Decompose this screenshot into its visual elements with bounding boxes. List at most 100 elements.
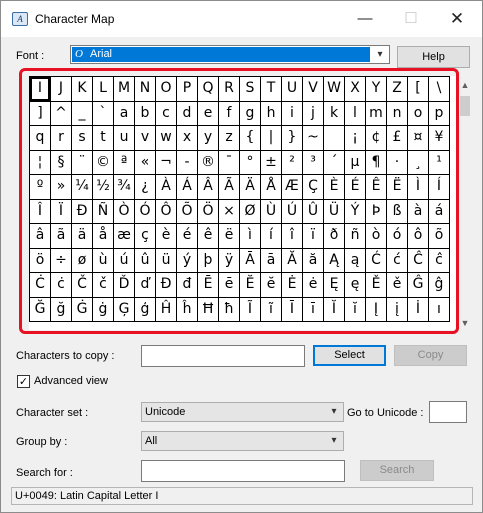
character-cell[interactable]: \ xyxy=(429,77,450,102)
character-cell[interactable]: b xyxy=(135,101,156,126)
character-cell[interactable]: ± xyxy=(261,150,282,175)
character-cell[interactable]: ç xyxy=(135,224,156,249)
character-cell[interactable]: ¸ xyxy=(408,150,429,175)
character-cell[interactable]: è xyxy=(156,224,177,249)
character-cell[interactable]: ě xyxy=(387,273,408,298)
character-cell[interactable]: ĭ xyxy=(345,297,366,322)
character-cell[interactable]: Á xyxy=(177,175,198,200)
character-cell[interactable]: ¯ xyxy=(219,150,240,175)
character-cell[interactable]: { xyxy=(240,126,261,151)
character-cell[interactable]: L xyxy=(93,77,114,102)
character-cell[interactable]: ® xyxy=(198,150,219,175)
character-cell[interactable]: ę xyxy=(345,273,366,298)
character-cell[interactable]: | xyxy=(261,126,282,151)
character-cell[interactable]: K xyxy=(72,77,93,102)
character-cell[interactable]: ¡ xyxy=(345,126,366,151)
character-cell[interactable]: W xyxy=(324,77,345,102)
character-cell[interactable]: O xyxy=(156,77,177,102)
character-cell[interactable]: [ xyxy=(408,77,429,102)
character-cell[interactable]: i xyxy=(282,101,303,126)
character-cell[interactable]: T xyxy=(261,77,282,102)
scroll-up-icon[interactable]: ▲ xyxy=(458,78,472,92)
character-cell[interactable]: Ą xyxy=(324,248,345,273)
character-cell[interactable]: Y xyxy=(366,77,387,102)
character-cell[interactable]: ÷ xyxy=(51,248,72,273)
character-cell[interactable]: ¼ xyxy=(72,175,93,200)
character-cell[interactable]: d xyxy=(177,101,198,126)
character-cell[interactable]: Û xyxy=(303,199,324,224)
character-cell[interactable]: w xyxy=(156,126,177,151)
character-cell[interactable]: Ù xyxy=(261,199,282,224)
character-cell[interactable]: į xyxy=(387,297,408,322)
character-cell[interactable]: é xyxy=(177,224,198,249)
character-cell[interactable]: » xyxy=(51,175,72,200)
character-cell[interactable]: - xyxy=(177,150,198,175)
character-cell[interactable]: ó xyxy=(387,224,408,249)
character-cell[interactable]: ¾ xyxy=(114,175,135,200)
character-cell[interactable]: Q xyxy=(198,77,219,102)
character-cell[interactable]: ģ xyxy=(135,297,156,322)
character-cell[interactable]: Ý xyxy=(345,199,366,224)
character-cell[interactable]: ¨ xyxy=(72,150,93,175)
character-cell[interactable]: V xyxy=(303,77,324,102)
character-cell[interactable]: Į xyxy=(366,297,387,322)
character-cell[interactable]: ï xyxy=(303,224,324,249)
character-cell[interactable]: ½ xyxy=(93,175,114,200)
character-cell[interactable]: ġ xyxy=(93,297,114,322)
character-cell[interactable]: Ģ xyxy=(114,297,135,322)
character-cell[interactable]: u xyxy=(114,126,135,151)
character-cell[interactable]: ° xyxy=(240,150,261,175)
character-cell[interactable]: Đ xyxy=(156,273,177,298)
character-cell[interactable]: ā xyxy=(261,248,282,273)
chevron-down-icon[interactable]: ▾ xyxy=(325,432,343,450)
character-cell[interactable]: ² xyxy=(282,150,303,175)
search-input[interactable] xyxy=(141,460,345,482)
character-cell[interactable]: o xyxy=(408,101,429,126)
character-cell[interactable]: Ĩ xyxy=(240,297,261,322)
character-cell[interactable]: û xyxy=(135,248,156,273)
character-cell[interactable]: Ø xyxy=(240,199,261,224)
character-cell[interactable]: Č xyxy=(72,273,93,298)
character-cell[interactable]: æ xyxy=(114,224,135,249)
group-by-dropdown[interactable]: All ▾ xyxy=(141,431,344,451)
character-cell[interactable]: đ xyxy=(177,273,198,298)
character-cell[interactable]: Ď xyxy=(114,273,135,298)
character-cell[interactable]: µ xyxy=(345,150,366,175)
character-cell[interactable]: } xyxy=(282,126,303,151)
character-cell[interactable]: þ xyxy=(198,248,219,273)
character-cell[interactable]: M xyxy=(114,77,135,102)
character-cell[interactable]: Ð xyxy=(72,199,93,224)
character-cell[interactable]: ë xyxy=(219,224,240,249)
character-cell[interactable]: k xyxy=(324,101,345,126)
character-cell[interactable]: Ê xyxy=(366,175,387,200)
character-cell[interactable]: Ĭ xyxy=(324,297,345,322)
character-cell[interactable]: ê xyxy=(198,224,219,249)
character-cell[interactable]: · xyxy=(387,150,408,175)
character-cell[interactable]: f xyxy=(219,101,240,126)
character-cell[interactable]: Ĥ xyxy=(156,297,177,322)
character-cell[interactable]: § xyxy=(51,150,72,175)
character-cell[interactable]: ù xyxy=(93,248,114,273)
character-cell[interactable]: £ xyxy=(387,126,408,151)
character-cell[interactable]: ī xyxy=(303,297,324,322)
character-cell[interactable]: ¦ xyxy=(30,150,51,175)
character-cell[interactable]: Ü xyxy=(324,199,345,224)
character-grid[interactable]: I J K L M N O P Q R S T U V W X Y Z[\] ^ _ ` a b c d e f g h i j k l m n o p… xyxy=(29,76,450,322)
character-cell[interactable]: ~ xyxy=(303,126,324,151)
grid-scrollbar[interactable]: ▲ ▼ xyxy=(458,76,472,330)
character-cell[interactable]: l xyxy=(345,101,366,126)
character-cell[interactable]: Ì xyxy=(408,175,429,200)
character-cell[interactable]: ý xyxy=(177,248,198,273)
character-cell[interactable]: p xyxy=(429,101,450,126)
character-cell[interactable]: Ò xyxy=(114,199,135,224)
character-cell[interactable]: Ĉ xyxy=(408,248,429,273)
character-cell[interactable]: ċ xyxy=(51,273,72,298)
character-cell[interactable]: Ã xyxy=(219,175,240,200)
character-cell[interactable]: ĉ xyxy=(429,248,450,273)
character-cell[interactable]: ü xyxy=(156,248,177,273)
select-button[interactable]: Select xyxy=(313,345,386,366)
advanced-view-label[interactable]: Advanced view xyxy=(34,375,108,387)
character-cell[interactable]: å xyxy=(93,224,114,249)
character-cell[interactable]: Ć xyxy=(366,248,387,273)
character-cell[interactable]: ú xyxy=(114,248,135,273)
